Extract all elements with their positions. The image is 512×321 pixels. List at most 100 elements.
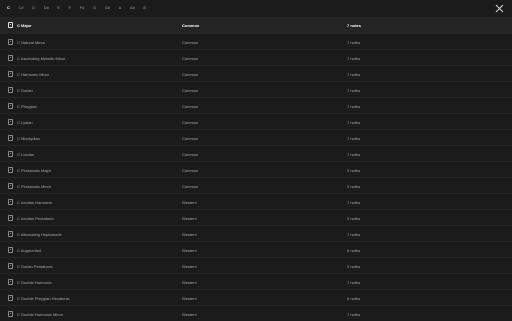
scale-category: Western	[182, 231, 197, 237]
scale-name: C Double Harmonic Minor	[17, 311, 64, 317]
scale-name: C Dorian	[17, 87, 33, 93]
scale-note-count: 7 notes	[347, 22, 362, 28]
scale-row[interactable]: C Pentatonic Major Common 5 notes	[0, 161, 512, 177]
scale-icon	[8, 134, 13, 141]
key-tab[interactable]: E	[54, 5, 63, 11]
scale-note-count: 7 notes	[347, 55, 361, 61]
scale-name: C Major	[17, 22, 32, 28]
scale-category: Common	[182, 167, 199, 173]
scale-category: Common	[182, 135, 199, 141]
close-button[interactable]	[495, 4, 504, 13]
scale-icon	[8, 214, 13, 221]
key-tab[interactable]: F	[66, 5, 74, 11]
scale-icon	[8, 182, 13, 189]
key-tab[interactable]: C#	[15, 5, 26, 11]
scale-row[interactable]: C Dorian Common 7 notes	[0, 81, 512, 97]
scale-row[interactable]: C Augmented Western 6 notes	[0, 241, 512, 257]
scale-name: C Ascending Melodic Minor	[17, 55, 66, 61]
scale-icon	[8, 86, 13, 93]
scale-category: Western	[182, 263, 197, 269]
scale-note-count: 5 notes	[347, 183, 361, 189]
scale-category: Common	[182, 119, 199, 125]
scale-note-count: 7 notes	[347, 103, 361, 109]
key-tab[interactable]: G	[90, 5, 99, 11]
scale-note-count: 6 notes	[347, 295, 361, 301]
scale-category: Western	[182, 215, 197, 221]
scale-note-count: 7 notes	[347, 311, 361, 317]
scale-name: C Natural Minor	[17, 39, 46, 45]
scale-category: Common	[182, 151, 199, 157]
scale-icon	[8, 102, 13, 109]
scale-name: C Locrian	[17, 151, 35, 157]
scale-list: C Major Common 7 notes C Natural Minor Co…	[0, 17, 512, 321]
scale-note-count: 7 notes	[347, 119, 361, 125]
scale-icon	[8, 70, 13, 77]
scale-row[interactable]: C Aeolian Harmonic Western 7 notes	[0, 193, 512, 209]
scale-row[interactable]: C Dorian Pentatonic Western 5 notes	[0, 257, 512, 273]
key-tabs: C C# D D# E F F# G G# A A# B	[4, 5, 152, 11]
scale-name: C Dorian Pentatonic	[17, 263, 53, 269]
scale-icon	[8, 118, 13, 125]
scale-icon	[8, 230, 13, 237]
scale-row[interactable]: C Aeolian Pentatonic Western 5 notes	[0, 209, 512, 225]
scale-row[interactable]: C Mixolydian Common 7 notes	[0, 129, 512, 145]
scale-note-count: 7 notes	[347, 279, 361, 285]
key-tab[interactable]: G#	[102, 5, 113, 11]
scale-row[interactable]: C Natural Minor Common 7 notes	[0, 33, 512, 49]
scale-name: C Augmented	[17, 247, 42, 253]
scale-icon	[8, 150, 13, 157]
scale-icon	[8, 310, 13, 317]
scale-icon	[8, 54, 13, 61]
scale-row[interactable]: C Ascending Melodic Minor Common 7 notes	[0, 49, 512, 65]
scale-name: C Lydian	[17, 119, 33, 125]
scale-name: C Mixolydian	[17, 135, 40, 141]
scale-row[interactable]: C Pentatonic Minor Common 5 notes	[0, 177, 512, 193]
scale-row[interactable]: C Lydian Common 7 notes	[0, 113, 512, 129]
key-tab[interactable]: F#	[77, 5, 88, 11]
key-tab[interactable]: B	[140, 5, 149, 11]
scale-icon	[8, 246, 13, 253]
scale-category: Common	[182, 87, 199, 93]
scale-icon	[8, 278, 13, 285]
close-icon	[495, 4, 504, 13]
scale-note-count: 7 notes	[347, 135, 361, 141]
scale-category: Common	[182, 39, 199, 45]
key-selector-bar: C C# D D# E F F# G G# A A# B	[0, 0, 512, 17]
scale-category: Western	[182, 247, 197, 253]
scale-row[interactable]: C Double Harmonic Minor Western 7 notes	[0, 305, 512, 321]
scale-icon	[8, 21, 13, 28]
scale-note-count: 6 notes	[347, 247, 361, 253]
scale-category: Common	[182, 71, 199, 77]
scale-name: C Pentatonic Major	[17, 167, 52, 173]
scale-row[interactable]: C Double Phrygian Hexatonic Western 6 note…	[0, 289, 512, 305]
key-tab[interactable]: A#	[127, 5, 138, 11]
scale-category: Western	[182, 295, 197, 301]
scale-icon	[8, 262, 13, 269]
scale-category: Western	[182, 311, 197, 317]
scale-category: Common	[182, 103, 199, 109]
scale-category: Common	[182, 22, 200, 28]
scale-row[interactable]: C Double Harmonic Western 7 notes	[0, 273, 512, 289]
key-tab[interactable]: A	[116, 5, 125, 11]
scale-note-count: 7 notes	[347, 199, 361, 205]
key-tab[interactable]: C	[4, 5, 13, 11]
key-tab[interactable]: D#	[41, 5, 52, 11]
scale-name: C Pentatonic Minor	[17, 183, 52, 189]
scale-category: Common	[182, 183, 199, 189]
scale-row[interactable]: C Locrian Common 7 notes	[0, 145, 512, 161]
scale-icon	[8, 38, 13, 45]
scale-name: C Double Phrygian Hexatonic	[17, 295, 70, 301]
scale-category: Western	[182, 279, 197, 285]
scale-category: Common	[182, 55, 199, 61]
scale-note-count: 7 notes	[347, 71, 361, 77]
scale-category: Western	[182, 199, 197, 205]
scale-row[interactable]: C Alternating Heptamode Western 7 notes	[0, 225, 512, 241]
scale-icon	[8, 198, 13, 205]
selected-scale-row[interactable]: C Major Common 7 notes	[0, 17, 512, 33]
scale-name: C Phrygian	[17, 103, 37, 109]
scale-note-count: 5 notes	[347, 167, 361, 173]
scale-row[interactable]: C Harmonic Minor Common 7 notes	[0, 65, 512, 81]
scale-note-count: 5 notes	[347, 263, 361, 269]
scale-row[interactable]: C Phrygian Common 7 notes	[0, 97, 512, 113]
key-tab[interactable]: D	[29, 5, 38, 11]
